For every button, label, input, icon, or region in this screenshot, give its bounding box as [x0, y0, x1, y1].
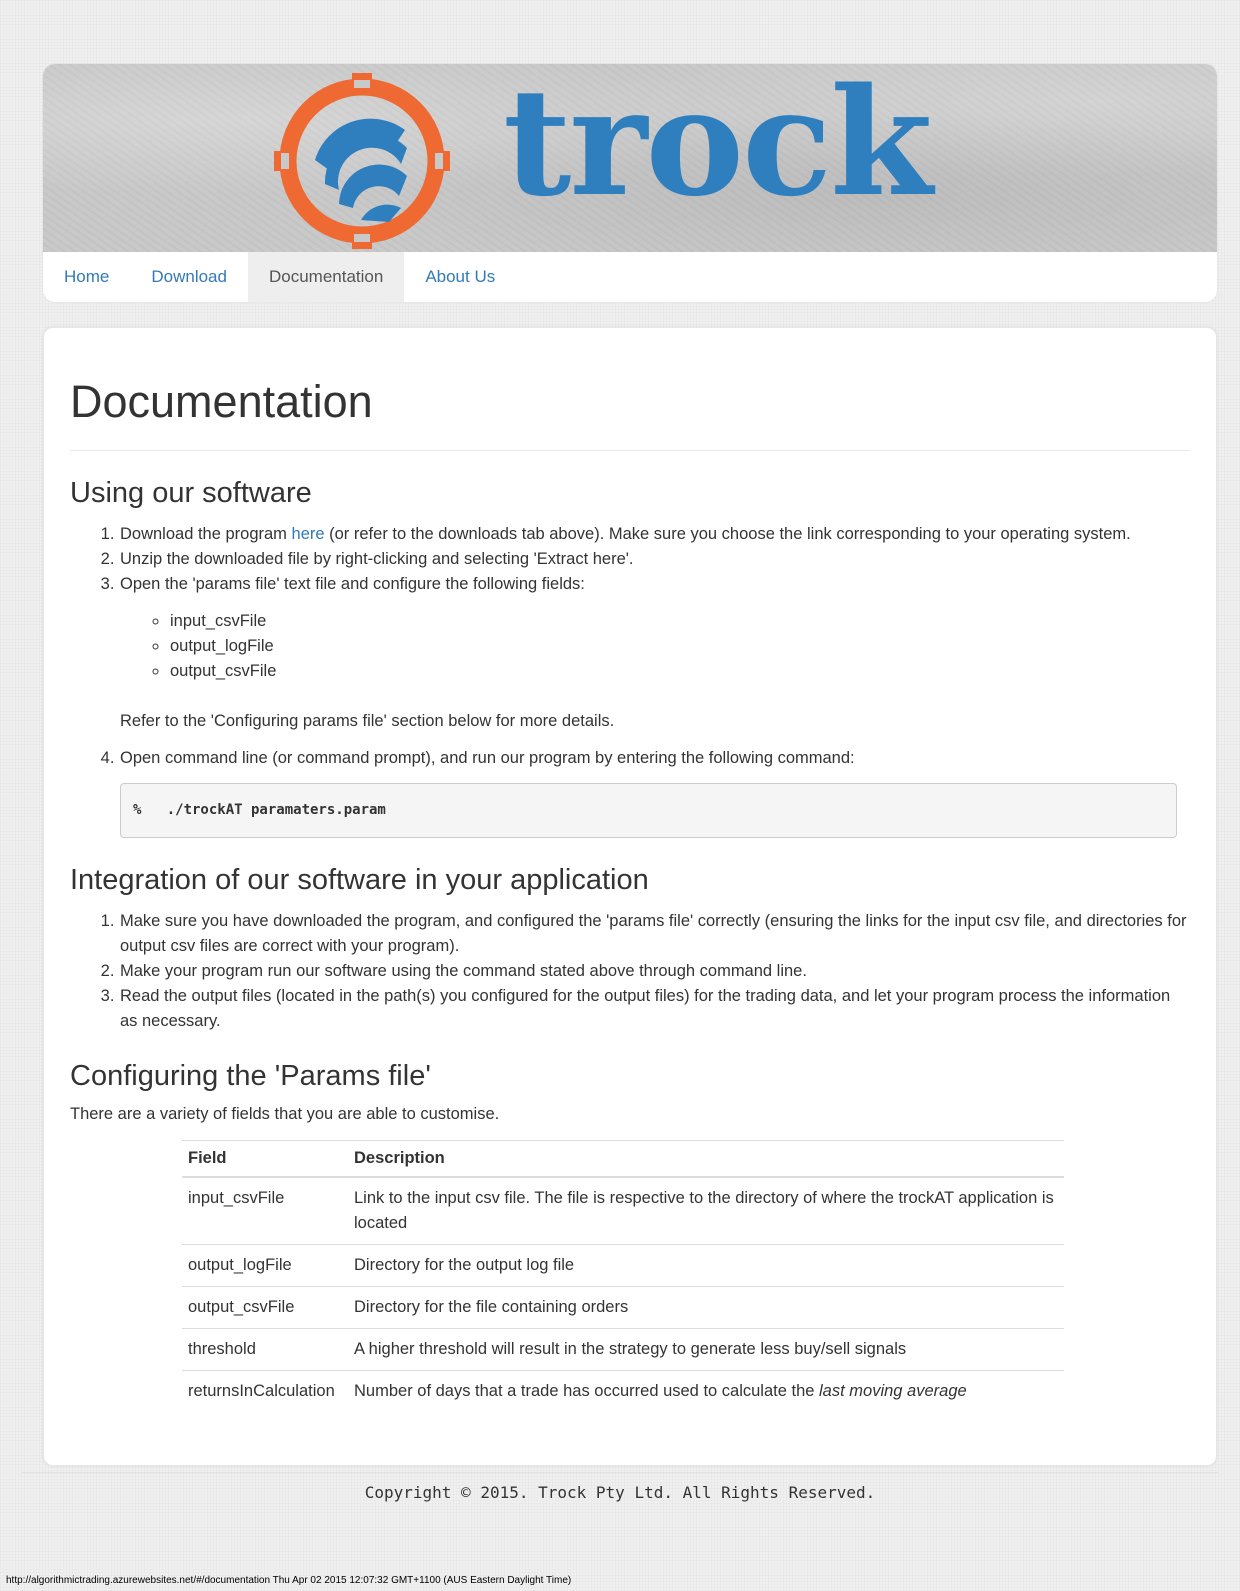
site-header: trock Home Download Documentation About …	[43, 64, 1217, 302]
cell-description: Number of days that a trade has occurred…	[348, 1370, 1064, 1412]
cell-field: threshold	[182, 1328, 348, 1371]
main-nav: Home Download Documentation About Us	[43, 252, 516, 302]
description-text: Number of days that a trade has occurred…	[354, 1382, 820, 1400]
refer-note: Refer to the 'Configuring params file' s…	[120, 712, 615, 730]
command-code-block[interactable]: % ./trockAT paramaters.param	[120, 783, 1177, 838]
nav-documentation[interactable]: Documentation	[247, 252, 405, 302]
list-item: Make sure you have downloaded the progra…	[119, 909, 1190, 959]
trock-logo-icon[interactable]	[273, 72, 451, 250]
cell-field: returnsInCalculation	[182, 1370, 348, 1412]
section-title-using: Using our software	[70, 477, 312, 509]
field-item: output_logFile	[169, 634, 1190, 659]
cell-description: A higher threshold will result in the st…	[348, 1328, 1064, 1371]
table-row: threshold A higher threshold will result…	[182, 1328, 1064, 1371]
field-item: output_csvFile	[169, 659, 1190, 684]
cell-field: output_csvFile	[182, 1286, 348, 1329]
nav-about-us[interactable]: About Us	[404, 252, 516, 302]
table-row: returnsInCalculation Number of days that…	[182, 1370, 1064, 1412]
list-item: Unzip the downloaded file by right-click…	[119, 547, 1190, 572]
column-header-description: Description	[348, 1140, 1064, 1178]
page-title: Documentation	[70, 376, 1190, 451]
list-item: Make your program run our software using…	[119, 959, 1190, 984]
step1-text-post: (or refer to the downloads tab above). M…	[324, 525, 1131, 543]
list-item: Download the program here (or refer to t…	[119, 522, 1190, 547]
column-header-field: Field	[182, 1140, 348, 1178]
list-item: Read the output files (located in the pa…	[119, 984, 1190, 1034]
cell-description: Directory for the file containing orders	[348, 1286, 1064, 1329]
content-panel: Documentation Using our software Downloa…	[43, 327, 1217, 1466]
footer-copyright: Copyright © 2015. Trock Pty Ltd. All Rig…	[22, 1472, 1218, 1502]
using-steps: Download the program here (or refer to t…	[119, 522, 1190, 838]
print-url-status: http://algorithmictrading.azurewebsites.…	[6, 1575, 572, 1586]
description-emphasis: last moving average	[819, 1382, 967, 1400]
list-item: Open the 'params file' text file and con…	[119, 572, 1190, 734]
field-item: input_csvFile	[169, 609, 1190, 634]
cell-description: Link to the input csv file. The file is …	[348, 1176, 1064, 1245]
section-title-config: Configuring the 'Params file'	[70, 1060, 431, 1092]
brand-name: trock	[503, 64, 933, 229]
section-title-integration: Integration of our software in your appl…	[70, 864, 649, 896]
table-row: output_csvFile Directory for the file co…	[182, 1286, 1064, 1329]
cell-field: input_csvFile	[182, 1176, 348, 1245]
cell-field: output_logFile	[182, 1244, 348, 1287]
table-row: input_csvFile Link to the input csv file…	[182, 1176, 1064, 1245]
nav-home[interactable]: Home	[43, 252, 130, 302]
cell-description: Directory for the output log file	[348, 1244, 1064, 1287]
download-here-link[interactable]: here	[292, 525, 325, 543]
fields-list: input_csvFile output_logFile output_csvF…	[169, 609, 1190, 684]
step4-text: Open command line (or command prompt), a…	[120, 749, 855, 767]
step1-text-pre: Download the program	[120, 525, 292, 543]
integration-steps: Make sure you have downloaded the progra…	[119, 909, 1190, 1034]
list-item: Open command line (or command prompt), a…	[119, 746, 1190, 838]
config-intro: There are a variety of fields that you a…	[70, 1105, 500, 1123]
nav-download[interactable]: Download	[130, 252, 248, 302]
table-header-row: Field Description	[182, 1140, 1064, 1178]
banner: trock	[43, 64, 1217, 252]
step3-text: Open the 'params file' text file and con…	[120, 575, 585, 593]
params-table: Field Description input_csvFile Link to …	[182, 1140, 1064, 1412]
table-row: output_logFile Directory for the output …	[182, 1244, 1064, 1287]
